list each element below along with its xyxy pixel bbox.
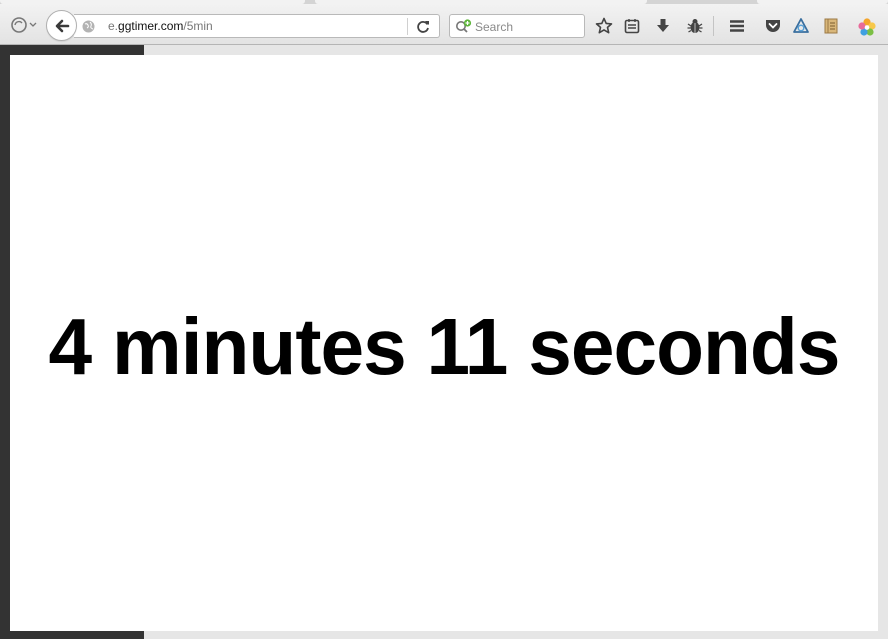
hamburger-menu-icon[interactable]: [727, 16, 747, 36]
bookmark-star-icon[interactable]: [594, 16, 614, 36]
back-button[interactable]: [46, 10, 77, 41]
url-prefix: e.: [108, 19, 119, 33]
toolbar-divider: [713, 16, 714, 36]
download-icon[interactable]: [653, 16, 673, 36]
back-icon: [55, 19, 69, 32]
notes-icon[interactable]: [821, 16, 841, 36]
pocket-icon[interactable]: [763, 16, 783, 36]
countdown-text: 4 minutes 11 seconds: [48, 302, 841, 391]
bug-icon[interactable]: [685, 16, 705, 36]
reading-list-icon[interactable]: [622, 16, 642, 36]
url-divider: [407, 18, 408, 35]
reload-icon[interactable]: [414, 18, 432, 35]
firefox-menu-icon[interactable]: [8, 16, 38, 34]
timer-panel: 4 minutes 11 seconds: [10, 55, 878, 631]
flower-icon[interactable]: [856, 16, 878, 38]
extension-icon[interactable]: [791, 16, 811, 36]
globe-icon: [82, 20, 95, 33]
page-viewport: 4 minutes 11 seconds: [0, 45, 888, 639]
url-path: /5min: [183, 19, 213, 33]
search-input[interactable]: Search: [475, 20, 513, 34]
url-host: ggtimer.com: [118, 19, 184, 33]
search-icon: [455, 19, 473, 33]
url-text[interactable]: e.ggtimer.com/5min: [108, 19, 213, 33]
url-bar[interactable]: e.ggtimer.com/5min: [74, 14, 440, 38]
navigation-toolbar: e.ggtimer.com/5min Search: [0, 4, 888, 45]
search-bar[interactable]: Search: [449, 14, 585, 38]
